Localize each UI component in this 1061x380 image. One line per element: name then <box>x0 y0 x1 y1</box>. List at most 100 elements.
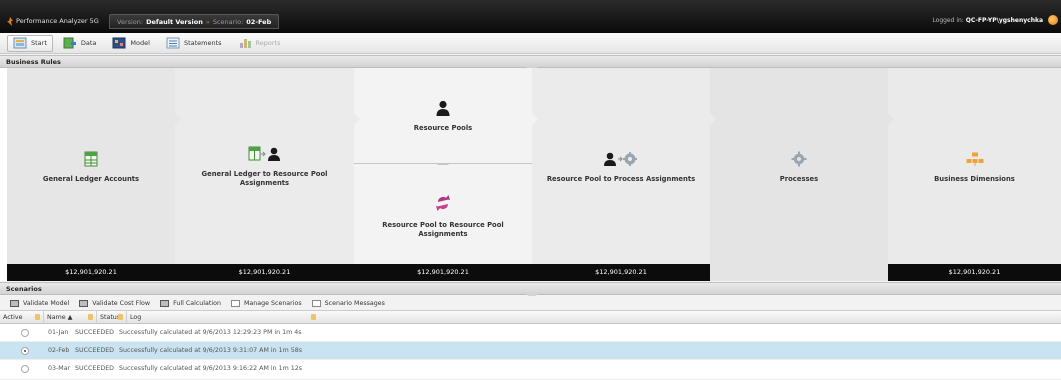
logged-in-label: Logged in: <box>932 17 964 24</box>
manage-scenarios-icon <box>230 299 240 307</box>
scenario-value: 02-Feb <box>246 17 272 26</box>
start-icon <box>13 37 27 49</box>
logged-in-info: Logged in: QC-FP-YP\ygshenychka <box>932 17 1043 24</box>
cycle-arrows-icon <box>436 194 450 211</box>
flow-arrow-icon <box>710 113 716 125</box>
gear-icon <box>791 151 807 166</box>
statements-button[interactable]: Statements <box>160 35 228 52</box>
user-menu-icon[interactable] <box>1048 15 1058 25</box>
scenario-name: 02-Feb <box>48 347 70 354</box>
gl-to-rp-total: $12,901,920.21 <box>175 264 354 281</box>
data-button[interactable]: Data <box>57 35 103 52</box>
rp-to-process-column[interactable]: Resource Pool to Process Assignments $12… <box>532 68 716 281</box>
rp-to-process-label: Resource Pool to Process Assignments <box>546 174 696 183</box>
business-dimensions-column[interactable]: Business Dimensions $12,901,920.21 <box>888 68 1061 281</box>
active-radio[interactable] <box>21 329 29 337</box>
validate-model-icon <box>10 299 19 307</box>
gl-accounts-column[interactable]: General Ledger Accounts $12,901,920.21 <box>7 68 181 281</box>
scenario-label: Scenario: <box>212 17 244 26</box>
app-logo-icon <box>7 17 13 26</box>
version-value: Default Version <box>146 17 203 26</box>
model-icon <box>112 37 126 49</box>
gl-to-rp-panel[interactable]: General Ledger to Resource Pool Assignme… <box>175 68 354 264</box>
gl-accounts-panel[interactable]: General Ledger Accounts <box>7 68 175 264</box>
start-button[interactable]: Start <box>7 34 53 52</box>
title-bar: Performance Analyzer 5G Version: Default… <box>0 0 1061 33</box>
full-calculation-button[interactable]: Full Calculation <box>160 299 221 307</box>
flow-arrow-icon <box>888 113 894 125</box>
scenario-status: SUCCEEDED <box>75 347 115 354</box>
reports-button[interactable]: Reports <box>232 35 287 52</box>
flow-arrow-icon <box>175 113 181 125</box>
scenarios-grid-header: Active Name ▲ Status Log <box>0 310 1061 324</box>
gl-to-rp-label: General Ledger to Resource Pool Assignme… <box>201 170 328 187</box>
business-dimensions-total: $12,901,920.21 <box>888 264 1061 281</box>
scenario-log: Successfully calculated at 9/6/2013 9:31… <box>119 347 303 354</box>
gl-to-resource-icon <box>248 146 280 161</box>
statements-icon <box>166 37 180 49</box>
scenario-name: 01-Jan <box>48 329 69 336</box>
filter-icon[interactable] <box>118 314 123 320</box>
hierarchy-icon <box>966 152 983 166</box>
gl-to-rp-column[interactable]: General Ledger to Resource Pool Assignme… <box>175 68 360 281</box>
validate-model-button[interactable]: Validate Model <box>10 299 69 307</box>
resource-pools-panel[interactable]: Resource Pools <box>354 68 532 164</box>
filter-icon[interactable] <box>311 314 316 320</box>
scenario-status: SUCCEEDED <box>75 329 115 336</box>
scenarios-header: Scenarios <box>0 282 1061 299</box>
scenarios-toolbar: Validate Model Validate Cost Flow Full C… <box>0 296 1061 310</box>
model-button[interactable]: Model <box>106 35 156 52</box>
scenario-name: 03-Mar <box>48 365 71 372</box>
rp-to-rp-label: Resource Pool to Resource Pool Assignmen… <box>382 220 504 238</box>
processes-column[interactable]: Processes <box>710 68 894 281</box>
column-header-active[interactable]: Active <box>0 311 44 324</box>
column-header-status[interactable]: Status <box>97 311 127 324</box>
resource-pools-column[interactable]: Resource Pools Resource Pool to Resource… <box>354 68 538 281</box>
column-header-name[interactable]: Name ▲ <box>44 311 97 324</box>
scenario-status: SUCCEEDED <box>75 365 115 372</box>
person-icon <box>436 100 450 116</box>
rp-to-rp-panel[interactable]: Resource Pool to Resource Pool Assignmen… <box>354 165 532 264</box>
resource-to-process-icon <box>604 151 637 166</box>
validate-cost-flow-button[interactable]: Validate Cost Flow <box>79 299 150 307</box>
scenario-messages-icon <box>311 299 321 307</box>
manage-scenarios-button[interactable]: Manage Scenarios <box>230 299 302 307</box>
filter-icon[interactable] <box>35 314 40 320</box>
sort-ascending-icon: ▲ <box>67 314 73 321</box>
gl-accounts-label: General Ledger Accounts <box>42 174 140 183</box>
flow-arrow-icon <box>532 113 538 125</box>
full-calculation-icon <box>160 299 170 307</box>
logged-in-user: QC-FP-YP\ygshenychka <box>965 17 1043 24</box>
business-dimensions-label: Business Dimensions <box>934 174 1015 183</box>
rp-to-process-panel[interactable]: Resource Pool to Process Assignments <box>532 68 710 264</box>
app-title: Performance Analyzer 5G <box>16 17 99 25</box>
rp-to-process-total: $12,901,920.21 <box>532 264 710 281</box>
table-row[interactable]: 01-Jan SUCCEEDED Successfully calculated… <box>0 324 1061 342</box>
processes-panel[interactable]: Processes <box>710 68 888 264</box>
resource-pools-label: Resource Pools <box>413 124 473 132</box>
spreadsheet-icon <box>84 151 98 166</box>
separator-icon: » <box>205 17 210 26</box>
version-scenario-selector[interactable]: Version: Default Version » Scenario: 02-… <box>109 14 280 29</box>
business-rules-flow: General Ledger Accounts $12,901,920.21 G… <box>0 68 1061 281</box>
scenario-log: Successfully calculated at 9/6/2013 9:16… <box>119 365 303 372</box>
validate-cost-flow-icon <box>79 299 89 307</box>
data-icon <box>63 37 76 49</box>
filter-icon[interactable] <box>88 314 93 320</box>
main-toolbar: Start Data Model Statements Reports <box>0 33 1061 54</box>
active-radio[interactable] <box>21 365 29 373</box>
processes-label: Processes <box>779 174 819 183</box>
resource-pools-total: $12,901,920.21 <box>354 264 532 281</box>
table-row[interactable]: 02-Feb SUCCEEDED Successfully calculated… <box>0 342 1061 360</box>
column-header-log[interactable]: Log <box>127 311 319 324</box>
table-row[interactable]: 03-Mar SUCCEEDED Successfully calculated… <box>0 360 1061 380</box>
gl-accounts-total: $12,901,920.21 <box>7 264 175 281</box>
flow-arrow-icon <box>354 113 360 125</box>
reports-icon <box>239 39 251 48</box>
business-dimensions-panel[interactable]: Business Dimensions <box>888 68 1061 264</box>
scenario-messages-button[interactable]: Scenario Messages <box>311 299 385 307</box>
business-rules-header: Business Rules <box>0 55 1061 72</box>
active-radio[interactable] <box>21 347 29 355</box>
scenario-log: Successfully calculated at 9/6/2013 12:2… <box>119 329 302 336</box>
version-label: Version: <box>117 17 144 26</box>
